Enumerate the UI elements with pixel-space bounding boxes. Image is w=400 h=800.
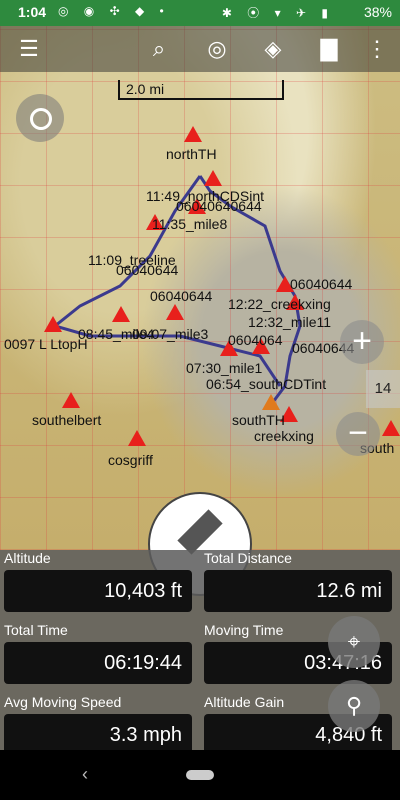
my-location-button[interactable]: ⌖ bbox=[328, 616, 380, 668]
waypoint-marker[interactable] bbox=[62, 392, 80, 408]
map-label: 06040640644 bbox=[176, 198, 262, 214]
system-nav-bar: ‹ bbox=[0, 750, 400, 800]
map-label: 06:54_southCDTint bbox=[206, 376, 327, 392]
stat-altitude: Altitude 10,403 ft bbox=[0, 550, 196, 612]
back-icon[interactable]: ‹ bbox=[82, 764, 88, 785]
map-label: southTH bbox=[232, 412, 285, 428]
stat-label: Total Distance bbox=[204, 550, 292, 566]
clock: 1:04 bbox=[18, 4, 47, 20]
waypoint-marker[interactable] bbox=[44, 316, 62, 332]
add-waypoint-button[interactable]: ⚲ bbox=[328, 680, 380, 732]
stat-total-distance: Total Distance 12.6 mi bbox=[200, 550, 396, 612]
map-label: northTH bbox=[166, 146, 217, 162]
scale-label: 2.0 mi bbox=[126, 81, 165, 97]
zoom-in-button[interactable]: + bbox=[340, 320, 384, 364]
map-label: 06040644 bbox=[116, 262, 179, 278]
map-label: 12:32_mile11 bbox=[248, 314, 332, 330]
map-label: creekxing bbox=[254, 428, 314, 444]
stat-total-time: Total Time 06:19:44 bbox=[0, 622, 196, 684]
map-label: 0604064 bbox=[228, 332, 283, 348]
menu-icon[interactable]: ☰ bbox=[14, 34, 44, 64]
scale-bar: 2.0 mi bbox=[118, 80, 284, 100]
stat-value: 10,403 ft bbox=[4, 570, 192, 612]
waypoint-marker[interactable] bbox=[382, 420, 400, 436]
map-label: 0097 L LtopH bbox=[4, 336, 88, 352]
map-label: 07:30_mile1 bbox=[186, 360, 263, 376]
stat-value: 06:19:44 bbox=[4, 642, 192, 684]
map-label: 09:07_mile3 bbox=[132, 326, 209, 342]
locate-icon[interactable]: ◎ bbox=[202, 34, 232, 64]
map-label: cosgriff bbox=[108, 452, 153, 468]
waypoint-marker[interactable] bbox=[166, 304, 184, 320]
stat-label: Avg Moving Speed bbox=[4, 694, 122, 710]
notification-icons: ◎ ◉ ✣ ◆ • bbox=[58, 4, 170, 18]
home-pill[interactable] bbox=[186, 770, 214, 780]
map-label: 11:35_mile8 bbox=[152, 216, 228, 232]
layers-icon[interactable]: ◈ bbox=[258, 34, 288, 64]
zoom-out-button[interactable]: − bbox=[336, 412, 380, 456]
map-label: 06040644 bbox=[290, 276, 353, 292]
waypoint-marker[interactable] bbox=[128, 430, 146, 446]
stat-avg-moving-speed: Avg Moving Speed 3.3 mph bbox=[0, 694, 196, 756]
zoom-level: 14 bbox=[366, 370, 400, 408]
stat-value: 12.6 mi bbox=[204, 570, 392, 612]
map-search-button[interactable] bbox=[16, 94, 64, 142]
map-label: 12:22_creekxing bbox=[228, 296, 331, 312]
system-icons: ✱ ⦿ ▾ ✈ ▮ bbox=[221, 6, 334, 20]
map-label: southelbert bbox=[32, 412, 102, 428]
waypoint-marker[interactable] bbox=[112, 306, 130, 322]
stat-label: Total Time bbox=[4, 622, 68, 638]
waypoint-marker[interactable] bbox=[204, 170, 222, 186]
more-icon[interactable]: ⋮ bbox=[362, 34, 392, 64]
stat-label: Altitude bbox=[4, 550, 51, 566]
waypoint-marker[interactable] bbox=[184, 126, 202, 142]
compass-needle bbox=[177, 509, 223, 555]
top-toolbar: ☰ ⌕ ◎ ◈ ▇ ⋮ bbox=[0, 26, 400, 72]
waypoint-marker[interactable] bbox=[262, 394, 280, 410]
status-bar: 1:04 ◎ ◉ ✣ ◆ • ✱ ⦿ ▾ ✈ ▮ 38% bbox=[0, 0, 400, 26]
search-icon[interactable]: ⌕ bbox=[144, 34, 174, 64]
folder-icon[interactable]: ▇ bbox=[314, 34, 344, 64]
battery-level: 38% bbox=[363, 4, 392, 20]
map-label: 06040644 bbox=[150, 288, 213, 304]
